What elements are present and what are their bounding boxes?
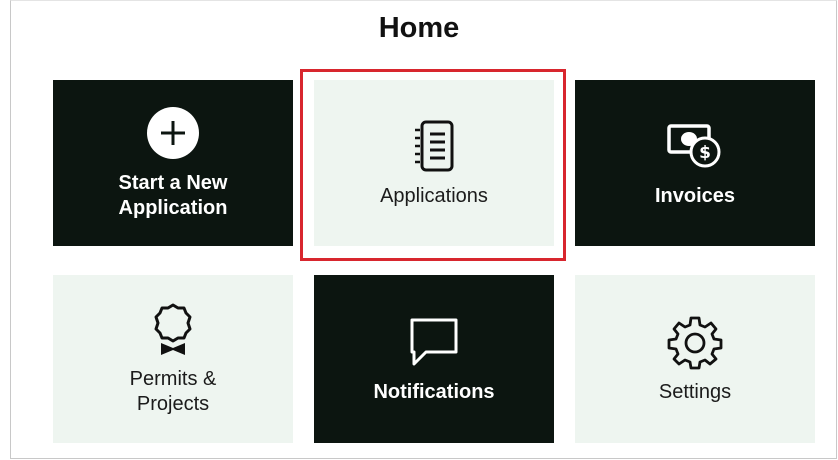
gear-icon	[667, 314, 723, 370]
start-new-application-label: Start a New Application	[118, 172, 228, 219]
plus-circle-icon	[146, 105, 200, 161]
speech-bubble-icon	[406, 314, 462, 370]
applications-tile[interactable]: Applications	[314, 80, 554, 246]
start-new-application-tile[interactable]: Start a New Application	[53, 80, 293, 246]
permits-projects-tile[interactable]: Permits & Projects	[53, 275, 293, 443]
invoices-label: Invoices	[654, 184, 736, 207]
svg-text:$: $	[699, 143, 711, 163]
money-dollar-icon: $	[665, 118, 725, 174]
settings-label: Settings	[658, 380, 732, 403]
list-document-icon	[408, 118, 460, 174]
settings-tile[interactable]: Settings	[575, 275, 815, 443]
applications-label: Applications	[380, 184, 488, 207]
award-ribbon-icon	[151, 301, 195, 357]
notifications-tile[interactable]: Notifications	[314, 275, 554, 443]
page-title: Home	[378, 12, 460, 44]
notifications-label: Notifications	[373, 380, 495, 403]
permits-projects-label: Permits & Projects	[129, 368, 217, 415]
invoices-tile[interactable]: $ Invoices	[575, 80, 815, 246]
